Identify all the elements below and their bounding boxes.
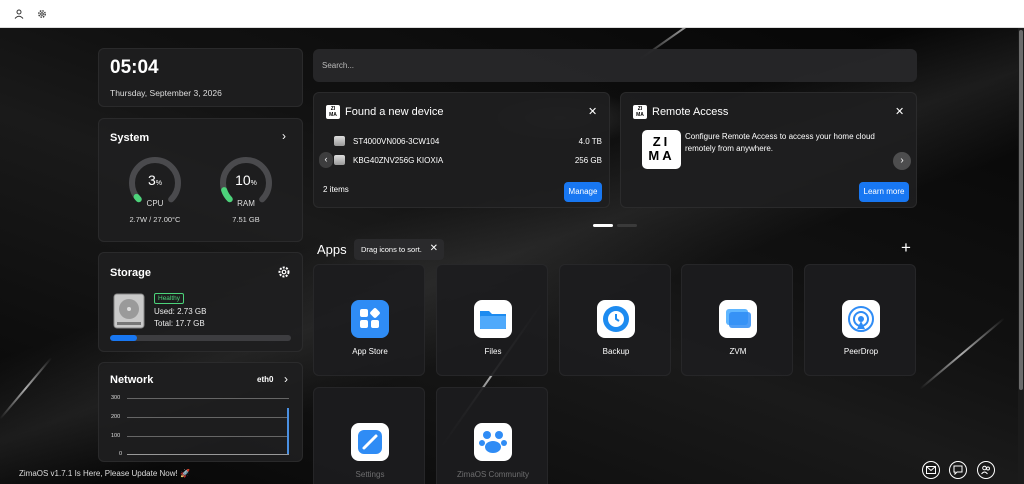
network-tick-0: 0 [119,451,123,457]
storage-settings-icon[interactable] [277,265,291,284]
storage-used: Used: 2.73 GB [154,307,207,316]
network-gridline [127,436,289,437]
zima-logo-icon: ZI MA [633,105,647,119]
top-bar [0,0,1024,28]
system-widget[interactable]: System › 3% CPU 2.7W / 27.00°C 10% RAM 7… [98,118,303,242]
ram-detail: 7.51 GB [232,215,260,224]
network-tick-300: 300 [111,395,121,401]
peerdrop-icon [842,300,880,338]
search-input[interactable] [313,49,917,82]
app-tile-zvm[interactable]: ZVM [681,264,793,376]
drag-tooltip: Drag icons to sort. ✕ [354,239,444,260]
app-tile-files[interactable]: Files [436,264,548,376]
wallpaper-streak [919,317,1005,390]
wallpaper-streak [0,357,53,420]
drag-tooltip-text: Drag icons to sort. [361,245,422,254]
app-label: App Store [352,347,388,356]
storage-total: Total: 17.7 GB [154,319,205,328]
app-label: Backup [602,347,630,356]
disk-icon [334,136,345,146]
app-tile-zimaos-community[interactable]: ZimaOS Community [436,387,548,484]
app-label: Settings [355,470,385,479]
app-label: Files [484,347,502,356]
storage-widget[interactable]: Storage Healthy Used: 2.73 GB Total: 17.… [98,252,303,352]
ram-label: RAM [237,199,255,208]
update-notice[interactable]: ZimaOS v1.7.1 Is Here, Please Update Now… [19,469,190,478]
storage-usage-fill [110,335,138,341]
found-device-title: Found a new device [345,106,444,118]
clock-date: Thursday, September 3, 2026 [110,88,222,98]
people-icon[interactable] [977,461,995,479]
zvm-icon [719,300,757,338]
carousel-dot-active[interactable] [593,224,613,227]
settings-app-icon [351,423,389,461]
device-name: ST4000VN006-3CW104 [353,137,440,146]
cpu-label: CPU [146,199,164,208]
app-store-icon [351,300,389,338]
cpu-detail: 2.7W / 27.00°C [129,215,181,224]
device-size: 256 GB [574,156,602,165]
gear-icon[interactable] [35,7,49,21]
chevron-right-icon[interactable]: › [282,129,286,143]
app-tile-app-store[interactable]: App Store [313,264,425,376]
community-icon [474,423,512,461]
clock-time: 05:04 [110,57,159,78]
add-app-icon[interactable]: + [901,238,911,258]
network-widget[interactable]: Network eth0 › 300 200 100 0 [98,362,303,462]
remote-access-title: Remote Access [652,106,729,118]
carousel-prev-icon[interactable]: ‹ [319,152,333,168]
network-tick-100: 100 [111,433,121,439]
app-label: ZVM [729,347,747,356]
carousel-next-icon[interactable]: › [893,152,911,170]
hard-drive-icon [113,293,145,334]
scrollbar-thumb[interactable] [1019,30,1023,390]
disk-icon [334,155,345,165]
device-name: KBG40ZNV256G KIOXIA [353,156,444,165]
learn-more-button[interactable]: Learn more [859,182,909,202]
close-icon[interactable]: ✕ [588,105,597,118]
network-gridline [127,417,289,418]
folder-icon [474,300,512,338]
backup-icon [597,300,635,338]
storage-title: Storage [110,267,151,279]
remote-access-card: ZI MA Remote Access ✕ ZI MA Configure Remo… [620,92,917,208]
mail-icon[interactable] [922,461,940,479]
close-icon[interactable]: ✕ [895,105,904,118]
clock-widget: 05:04 Thursday, September 3, 2026 [98,48,303,107]
cpu-value: 3% [147,172,163,188]
app-tile-backup[interactable]: Backup [559,264,671,376]
found-device-card: ZI MA Found a new device ✕ ST4000VN006-3C… [313,92,610,208]
manage-button[interactable]: Manage [564,182,602,202]
network-tick-200: 200 [111,414,121,420]
close-icon[interactable]: ✕ [430,243,438,254]
zima-logo-icon: ZI MA [326,105,340,119]
storage-status-badge: Healthy [154,293,185,304]
device-count: 2 items [323,185,349,194]
user-icon[interactable] [12,7,26,21]
storage-usage-bar [110,335,291,341]
network-axis [127,454,289,455]
remote-access-description: Configure Remote Access to access your h… [685,132,875,153]
chat-icon[interactable] [949,461,967,479]
network-title: Network [110,374,154,386]
zima-app-logo: ZI MA [642,130,681,169]
apps-title: Apps [317,242,347,257]
carousel-dot[interactable] [617,224,637,227]
app-tile-peerdrop[interactable]: PeerDrop [804,264,916,376]
network-traffic-spike [287,408,289,454]
device-size: 4.0 TB [578,137,602,146]
network-interface: eth0 [257,375,274,384]
app-tile-settings[interactable]: Settings [313,387,425,484]
chevron-right-icon[interactable]: › [284,372,288,386]
app-label: ZimaOS Community [456,470,529,479]
ram-value: 10% [235,172,257,188]
network-gridline [127,398,289,399]
system-title: System [110,132,150,144]
app-label: PeerDrop [843,347,879,356]
